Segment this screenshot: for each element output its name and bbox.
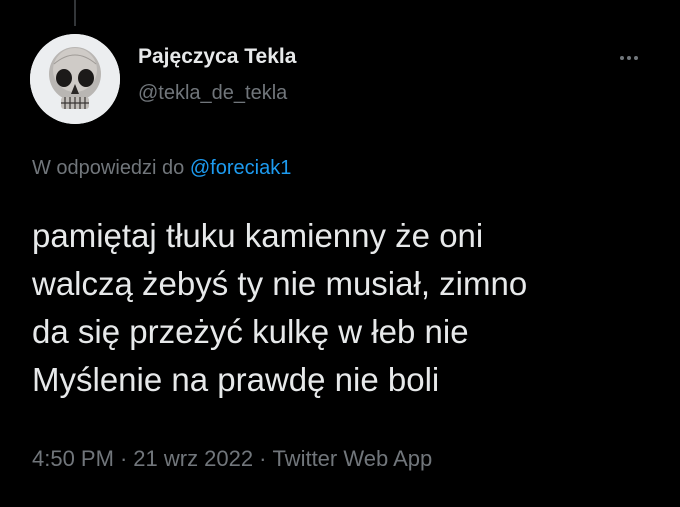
avatar[interactable]	[30, 34, 120, 124]
reply-context: W odpowiedzi do @foreciak1	[32, 157, 291, 180]
tweet-line: walczą żebyś ty nie musiał, zimno	[32, 265, 528, 302]
tweet-time[interactable]: 4:50 PM	[32, 446, 114, 471]
more-dots-icon[interactable]	[614, 46, 644, 70]
dot	[627, 56, 631, 60]
dot	[620, 56, 624, 60]
meta-separator: ·	[259, 446, 267, 471]
dot	[634, 56, 638, 60]
tweet-source[interactable]: Twitter Web App	[272, 446, 432, 471]
tweet-date[interactable]: 21 wrz 2022	[133, 446, 253, 471]
tweet-text: pamiętaj tłuku kamienny że oni walczą że…	[32, 212, 662, 404]
tweet-line: da się przeżyć kulkę w łeb nie	[32, 313, 469, 350]
reply-mention-link[interactable]: @foreciak1	[190, 157, 291, 179]
tweet-meta: 4:50 PM · 21 wrz 2022 · Twitter Web App	[32, 446, 432, 472]
skull-icon	[30, 34, 120, 124]
user-handle[interactable]: @tekla_de_tekla	[138, 82, 287, 105]
reply-prefix: W odpowiedzi do	[32, 157, 185, 179]
thread-line	[74, 0, 76, 26]
tweet-line: pamiętaj tłuku kamienny że oni	[32, 217, 484, 254]
display-name[interactable]: Pajęczyca Tekla	[138, 45, 296, 69]
meta-separator: ·	[119, 446, 128, 471]
tweet-line: Myślenie na prawdę nie boli	[32, 361, 440, 398]
